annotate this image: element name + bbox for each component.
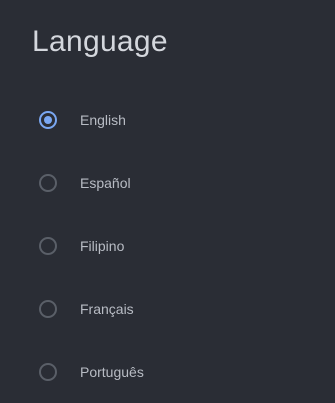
language-option-francais[interactable]: Français — [0, 277, 335, 340]
language-option-label: Português — [80, 363, 144, 380]
radio-button-icon[interactable] — [39, 110, 57, 129]
language-panel: Language English Español Filipino França… — [0, 0, 335, 400]
language-option-label: Filipino — [80, 237, 125, 254]
radio-button-icon[interactable] — [39, 236, 57, 255]
language-option-english[interactable]: English — [0, 88, 335, 151]
page-title: Language — [32, 25, 168, 58]
radio-button-icon[interactable] — [39, 362, 57, 381]
language-option-filipino[interactable]: Filipino — [0, 214, 335, 277]
radio-button-icon[interactable] — [39, 299, 57, 318]
language-option-espanol[interactable]: Español — [0, 151, 335, 214]
radio-button-icon[interactable] — [39, 173, 57, 192]
language-options-list: English Español Filipino Français Portug… — [0, 88, 335, 403]
language-option-label: English — [80, 111, 126, 128]
language-option-portugues[interactable]: Português — [0, 340, 335, 403]
language-option-label: Français — [80, 300, 134, 317]
language-option-label: Español — [80, 174, 131, 191]
